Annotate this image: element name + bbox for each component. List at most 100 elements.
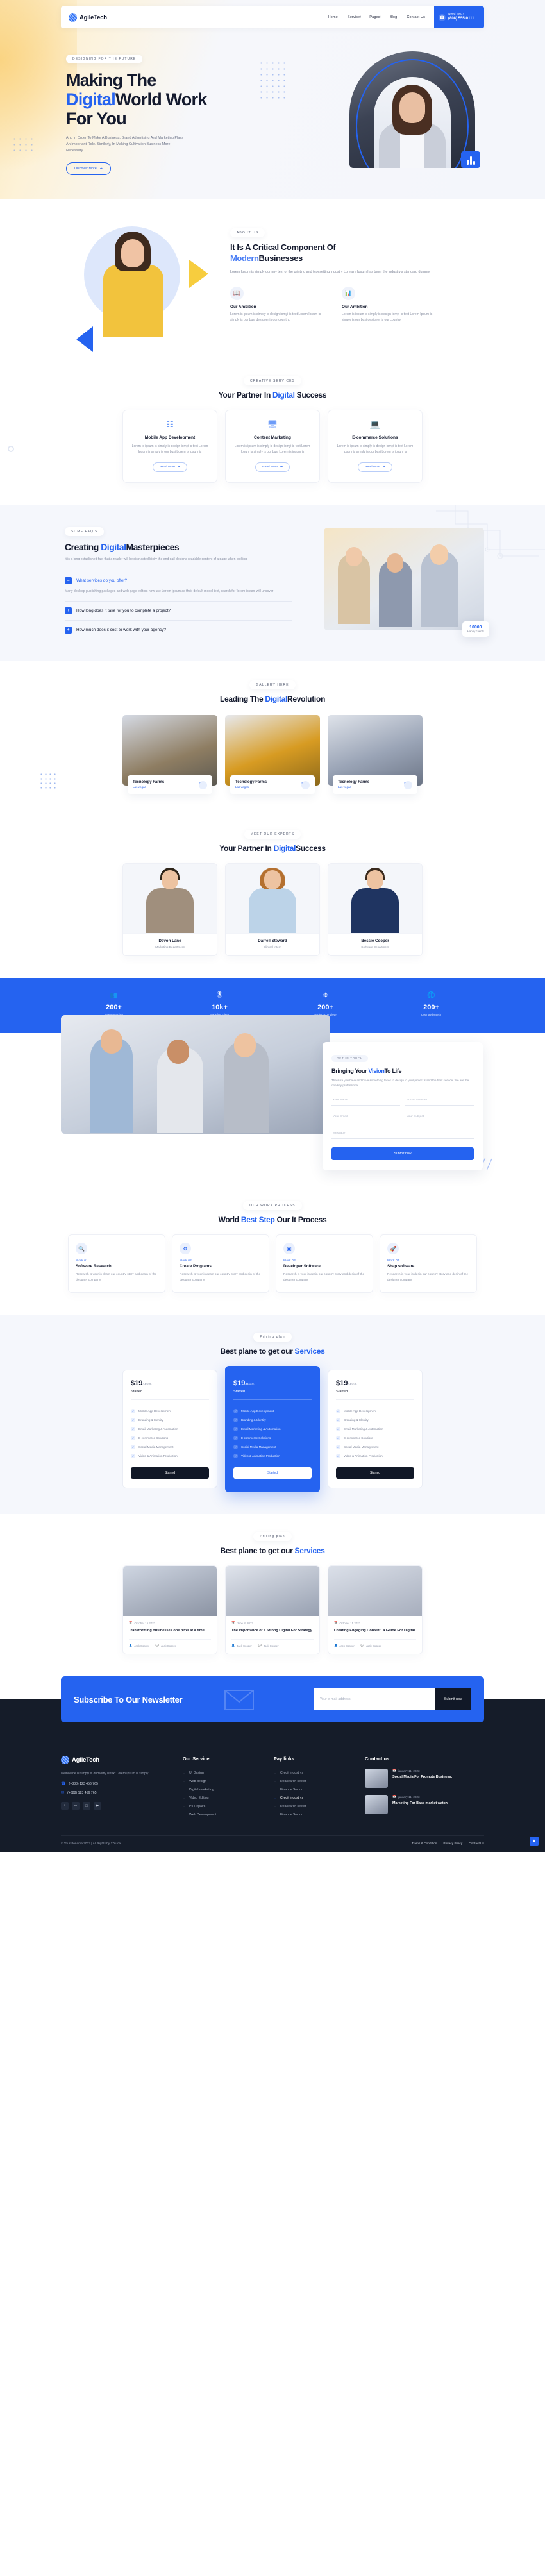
footer-link-label: Finance Sector	[280, 1787, 303, 1792]
blog-card[interactable]: 📅 June 8, 2023 The Importance of a Strong…	[225, 1565, 320, 1655]
back-to-top-button[interactable]: ▲	[530, 1837, 539, 1846]
pricing-card-featured: $19/Month Started ✓ Mobile App Developmen…	[225, 1366, 320, 1493]
footer-link-label: Reasearch sector	[280, 1779, 306, 1783]
terms-link[interactable]: Trams & Condition	[412, 1842, 437, 1846]
feature-label: Mobile App Development	[138, 1409, 172, 1413]
need-help-cta[interactable]: ☎ Need help? (808) 555-0111	[434, 6, 484, 28]
footer-post-date: january 11, 2023	[398, 1769, 420, 1772]
chevrons-right-icon[interactable]: »	[301, 780, 310, 789]
youtube-icon[interactable]: ▶	[94, 1802, 101, 1810]
contact-title: Bringing Your VisionTo Life	[331, 1068, 474, 1074]
twitter-icon[interactable]: w	[72, 1802, 80, 1810]
footer-link[interactable]: → Web design	[183, 1777, 265, 1785]
privacy-link[interactable]: Privacy Policy	[443, 1842, 462, 1846]
footer-link[interactable]: → Finance Sector	[274, 1810, 356, 1819]
faq-item[interactable]: + How long does it take for you to compl…	[65, 602, 292, 621]
faq-item[interactable]: + How much does it cost to work with you…	[65, 621, 292, 639]
arrow-right-icon: →	[183, 1779, 186, 1783]
footer-link[interactable]: → Pc Repairs	[183, 1802, 265, 1810]
contact-title-highlight: Vision	[368, 1067, 385, 1074]
blog-card[interactable]: 📅 October 15 2023 Creating Engaging Conte…	[328, 1565, 423, 1655]
chevron-down-icon: +	[397, 15, 399, 19]
gallery-card[interactable]: Tecnology Farms Las vegas »	[122, 714, 217, 794]
pricing-plan-name: Started	[131, 1390, 209, 1401]
nav-item-service[interactable]: Service+	[348, 15, 362, 19]
instagram-icon[interactable]: ▢	[83, 1802, 90, 1810]
newsletter-submit-button[interactable]: Submit now	[435, 1688, 471, 1711]
message-field[interactable]	[331, 1129, 474, 1140]
monitor-user-icon: 🖥	[267, 419, 278, 429]
brand-logo[interactable]: AgileTech	[61, 13, 107, 22]
faq-item[interactable]: – What services do you offer? Many deskt…	[65, 571, 292, 602]
contact-link[interactable]: Contact Us	[469, 1842, 484, 1846]
plus-icon[interactable]: +	[65, 626, 72, 634]
team-card[interactable]: Bessie Cooper Software Department	[328, 863, 423, 956]
footer-email-value: (+888) 123 456 765	[67, 1790, 97, 1795]
process-card-title: Create Programs	[180, 1264, 212, 1269]
nav-item-blog[interactable]: Blog+	[390, 15, 399, 19]
subject-field[interactable]	[405, 1112, 474, 1123]
gallery-card[interactable]: Tecnology Farms Las vegas »	[225, 714, 320, 794]
footer-link[interactable]: → Credit industrys	[274, 1769, 356, 1777]
plus-icon[interactable]: +	[65, 607, 72, 614]
footer-link[interactable]: → Finance Sector	[274, 1785, 356, 1794]
team-card[interactable]: Darrell Steward Clinical Intern	[225, 863, 320, 956]
footer-link[interactable]: → Reasearch sector	[274, 1777, 356, 1785]
comment-icon: 💬	[155, 1644, 159, 1647]
process-step: Work 04	[387, 1259, 400, 1263]
footer-service-column: Our Service → UI Design → Web design → Digi…	[183, 1756, 274, 1819]
footer-logo[interactable]: AgileTech	[61, 1756, 174, 1765]
footer-link[interactable]: → Reasearch sector	[274, 1802, 356, 1810]
footer-zone: Subscribe To Our Newsletter Submit now A…	[0, 1676, 545, 1853]
discover-more-button[interactable]: Discover More ➞	[66, 162, 111, 175]
read-more-button[interactable]: Read More ➞	[255, 462, 290, 472]
read-more-button[interactable]: Read More ➞	[358, 462, 392, 472]
nav-item-home[interactable]: Home+	[328, 15, 340, 19]
pricing-started-button[interactable]: Started	[233, 1467, 312, 1479]
dot-grid-decoration	[39, 771, 58, 791]
footer-column-title: Our Service	[183, 1756, 210, 1762]
blog-comments-label: Jack Cooper	[263, 1644, 279, 1647]
nav-item-contact-us[interactable]: Contact Us	[407, 15, 425, 19]
service-card[interactable]: 🖥 Content Marketing Lorem is ipsum is si…	[225, 409, 320, 483]
footer-link[interactable]: → UI Design	[183, 1769, 265, 1777]
footer-phone[interactable]: ☎ (+888) 123 456 765	[61, 1781, 174, 1787]
team-member-role: Marketing Department	[155, 945, 185, 948]
pricing-started-button[interactable]: Started	[336, 1467, 414, 1479]
footer-email[interactable]: ✉ (+888) 123 456 765	[61, 1790, 174, 1796]
contact-badge: GET IN TOUCH	[331, 1054, 368, 1062]
footer-link[interactable]: → Web Development	[183, 1810, 265, 1819]
phone-field[interactable]	[405, 1095, 474, 1106]
minus-icon[interactable]: –	[65, 577, 72, 584]
blog-author-name: Jack Cooper	[237, 1644, 252, 1647]
chevrons-right-icon[interactable]: »	[199, 780, 207, 789]
footer-recent-post[interactable]: 📅 january 11, 2023 Marketing For Base mar…	[365, 1795, 475, 1815]
gallery-card-title: Tecnology Farms	[133, 780, 165, 784]
process-title-part1: World	[218, 1215, 240, 1225]
footer-link[interactable]: → Digital marketing	[183, 1785, 265, 1794]
gallery-card-title: Tecnology Farms	[338, 780, 370, 784]
chevrons-right-icon[interactable]: »	[404, 780, 412, 789]
gallery-title-part1: Leading The	[220, 694, 264, 703]
team-card[interactable]: Devon Lane Marketing Department	[122, 863, 217, 956]
email-field[interactable]	[331, 1112, 400, 1123]
service-card[interactable]: ☷ Mobile App Development Lorem is ipsum …	[122, 409, 217, 483]
nav-item-pages[interactable]: Pages+	[369, 15, 382, 19]
footer-recent-post[interactable]: 📅 january 11, 2023 Social Media For Promo…	[365, 1769, 475, 1789]
newsletter-email-input[interactable]	[313, 1688, 435, 1711]
gallery-card[interactable]: Tecnology Farms Las vegas »	[328, 714, 423, 794]
copyright-text: © Yoursitename 2023 | All Rights by 17su…	[61, 1842, 122, 1846]
chip-icon: ☷	[166, 419, 174, 429]
submit-now-button[interactable]: Submit now	[331, 1147, 474, 1161]
footer-link[interactable]: → Video Editing	[183, 1794, 265, 1802]
pricing-started-button[interactable]: Started	[131, 1467, 209, 1479]
service-card[interactable]: 💻 E-commerce Solutions Lorem is ipsum is…	[328, 409, 423, 483]
pricing-period: /Month	[348, 1383, 357, 1386]
footer-link-active[interactable]: → Credit industrys	[274, 1794, 356, 1802]
facebook-icon[interactable]: f	[61, 1802, 69, 1810]
team-member-name: Darrell Steward	[258, 938, 287, 943]
blog-card[interactable]: 📅 October 15 2023 Transforming businesses…	[122, 1565, 217, 1655]
name-field[interactable]	[331, 1095, 400, 1106]
read-more-button[interactable]: Read More ➞	[153, 462, 187, 472]
pricing-feature: ✓ Video & Animation Production	[233, 1451, 312, 1460]
